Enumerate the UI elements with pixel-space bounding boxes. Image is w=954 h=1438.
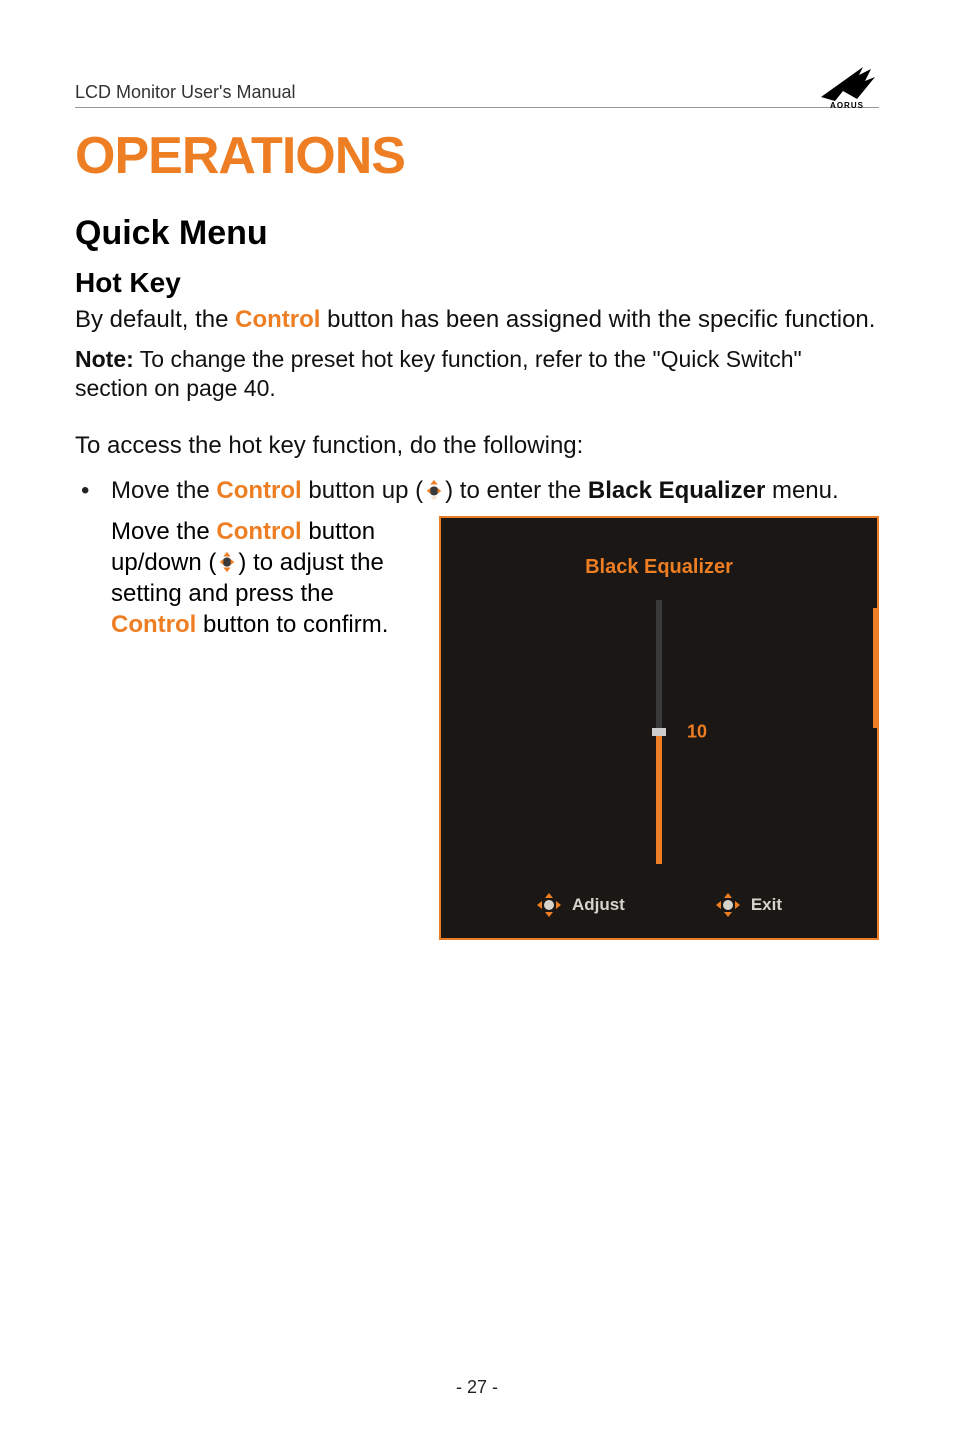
osd-slider[interactable]: 10	[441, 600, 877, 864]
page-heading-operations: OPERATIONS	[75, 126, 879, 186]
black-equalizer-bold: Black Equalizer	[588, 477, 765, 504]
note-paragraph: Note: To change the preset hot key funct…	[75, 345, 879, 403]
intro-paragraph: By default, the Control button has been …	[75, 305, 879, 335]
intro-pre: By default, the	[75, 306, 235, 333]
osd-title: Black Equalizer	[441, 556, 877, 579]
osd-exit-action[interactable]: Exit	[715, 892, 782, 918]
c-t1: Move the	[111, 518, 216, 545]
control-word: Control	[216, 518, 301, 545]
osd-adjust-label: Adjust	[572, 895, 625, 915]
joystick-icon	[715, 892, 741, 918]
slider-knob[interactable]	[652, 728, 666, 736]
intro-post: button has been assigned with the specif…	[320, 306, 875, 333]
bullet-item: Move the Control button up ( ) to enter …	[75, 475, 879, 506]
joystick-up-icon	[423, 478, 445, 500]
svg-text:AORUS: AORUS	[830, 101, 864, 109]
page-number: - 27 -	[0, 1377, 954, 1398]
access-paragraph: To access the hot key function, do the f…	[75, 431, 879, 461]
header-title: LCD Monitor User's Manual	[75, 82, 296, 103]
control-word: Control	[235, 306, 320, 333]
note-text: To change the preset hot key function, r…	[75, 346, 802, 401]
slider-value: 10	[687, 721, 707, 742]
instruction-column: Move the Control button up/down ( ) to a…	[111, 516, 411, 940]
b1-t2: button up (	[302, 477, 423, 504]
control-word: Control	[216, 477, 301, 504]
b1-t1: Move the	[111, 477, 216, 504]
osd-adjust-action[interactable]: Adjust	[536, 892, 625, 918]
subsection-heading-hot-key: Hot Key	[75, 267, 879, 299]
section-heading-quick-menu: Quick Menu	[75, 214, 879, 253]
osd-exit-label: Exit	[751, 895, 782, 915]
aorus-logo-icon: AORUS	[815, 61, 879, 109]
c-t4: button to confirm.	[196, 611, 388, 638]
b1-t3: ) to enter the	[445, 477, 588, 504]
control-word: Control	[111, 611, 196, 638]
osd-panel: Black Equalizer 10	[439, 516, 879, 940]
joystick-icon	[536, 892, 562, 918]
note-label: Note:	[75, 346, 134, 372]
joystick-updown-icon	[216, 550, 238, 572]
slider-fill	[656, 732, 662, 864]
b1-t4: menu.	[765, 477, 838, 504]
